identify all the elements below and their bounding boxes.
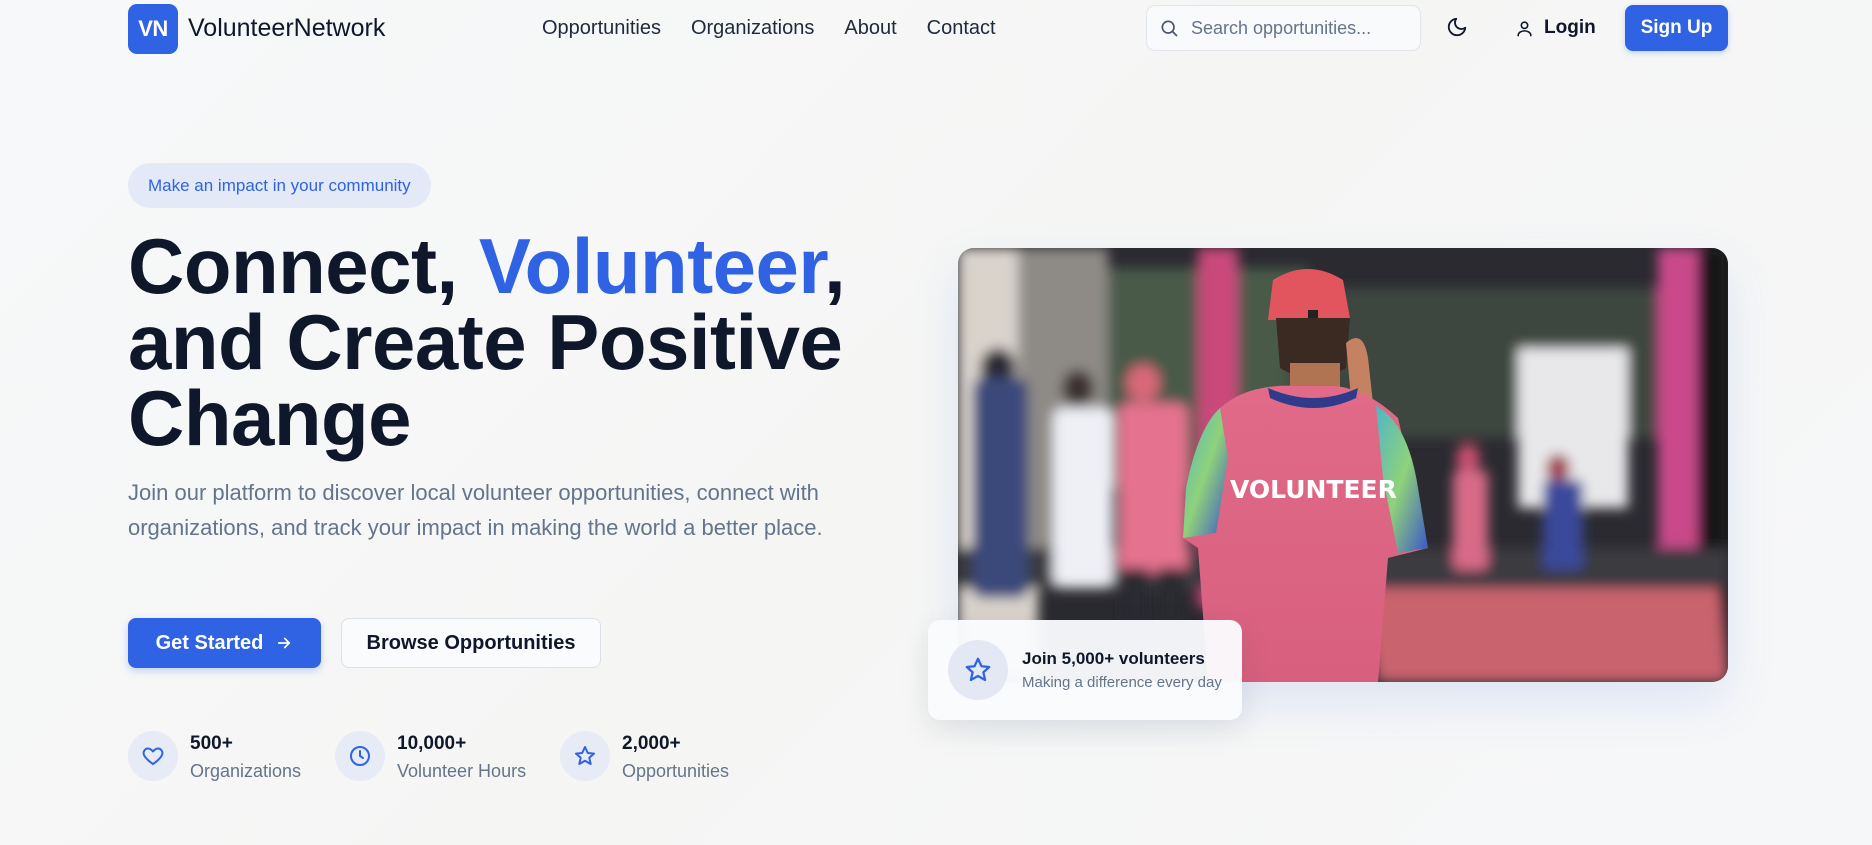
- callout-subtitle: Making a difference every day: [1022, 674, 1222, 691]
- clock-icon: [350, 746, 370, 766]
- headline-part1: Connect,: [128, 222, 479, 310]
- hero-headline: Connect, Volunteer, and Create Positive …: [128, 227, 848, 457]
- get-started-label: Get Started: [155, 631, 264, 654]
- stat-label: Organizations: [190, 761, 302, 781]
- volunteer-photo: VOLUNTEER: [958, 248, 1728, 682]
- hero-volunteer-image: VOLUNTEER: [958, 248, 1728, 682]
- headline-line2: and Create Positive: [128, 298, 843, 386]
- moon-icon: [1447, 17, 1467, 37]
- callout-title: Join 5,000+ volunteers: [1022, 649, 1205, 668]
- search-box[interactable]: [1146, 5, 1421, 51]
- get-started-button[interactable]: Get Started: [128, 618, 321, 668]
- heart-icon: [142, 747, 164, 765]
- stat-label: Volunteer Hours: [397, 761, 527, 781]
- stat-volunteer-hours: 10,000+ Volunteer Hours: [335, 731, 526, 782]
- nav-about[interactable]: About: [844, 17, 896, 40]
- main-nav: Opportunities Organizations About Contac…: [542, 17, 996, 40]
- user-icon: [1517, 20, 1532, 36]
- logo-badge[interactable]: VN: [128, 4, 178, 54]
- headline-part2: ,: [823, 222, 846, 310]
- stat-label: Opportunities: [622, 761, 730, 781]
- hero-tagline-pill: Make an impact in your community: [128, 163, 431, 208]
- login-button[interactable]: Login: [1515, 17, 1596, 39]
- volunteers-callout-card: Join 5,000+ volunteers Making a differen…: [928, 620, 1242, 720]
- star-icon: [575, 746, 595, 765]
- stat-organizations: 500+ Organizations: [128, 731, 301, 782]
- stat-value: 500+: [190, 733, 233, 754]
- signup-button[interactable]: Sign Up: [1625, 5, 1728, 51]
- search-input[interactable]: [1191, 17, 1401, 39]
- browse-opportunities-button[interactable]: Browse Opportunities: [341, 618, 601, 668]
- login-label: Login: [1544, 17, 1596, 38]
- arrow-right-icon: [278, 637, 291, 649]
- search-icon: [1161, 20, 1178, 37]
- stat-icon-wrap: [560, 731, 610, 781]
- logo-text[interactable]: VolunteerNetwork: [188, 14, 385, 43]
- stat-icon-wrap: [128, 731, 178, 781]
- nav-contact[interactable]: Contact: [927, 17, 996, 40]
- stat-opportunities: 2,000+ Opportunities: [560, 731, 729, 782]
- theme-toggle-button[interactable]: [1446, 16, 1472, 42]
- nav-organizations[interactable]: Organizations: [691, 17, 814, 40]
- callout-icon-wrap: [948, 640, 1008, 700]
- stat-value: 10,000+: [397, 733, 467, 754]
- site-header: VN VolunteerNetwork Opportunities Organi…: [0, 0, 1872, 58]
- headline-line3: Change: [128, 374, 412, 462]
- nav-opportunities[interactable]: Opportunities: [542, 17, 661, 40]
- stat-value: 2,000+: [622, 733, 681, 754]
- stat-icon-wrap: [335, 731, 385, 781]
- headline-accent: Volunteer: [478, 222, 825, 310]
- shirt-text: VOLUNTEER: [1230, 475, 1397, 504]
- hero-description: Join our platform to discover local volu…: [128, 480, 823, 540]
- star-icon: [965, 657, 991, 682]
